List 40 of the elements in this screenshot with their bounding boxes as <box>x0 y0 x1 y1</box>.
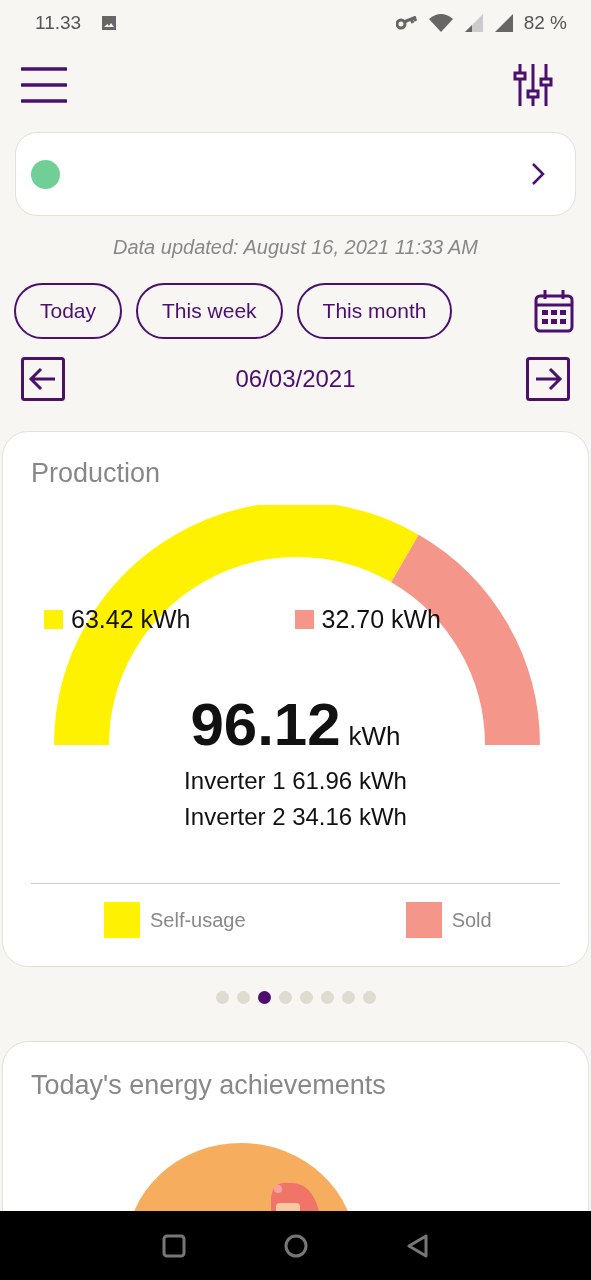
battery-level: 82 % <box>523 11 567 34</box>
data-updated-text: Data updated: August 16, 2021 11:33 AM <box>111 236 480 259</box>
image-icon <box>101 14 118 31</box>
total-value: 96.12 <box>190 690 341 759</box>
page-dot[interactable] <box>257 991 271 1004</box>
page-dot[interactable] <box>362 991 376 1004</box>
card-title: Today's energy achievements <box>30 1070 387 1101</box>
legend-swatch <box>104 902 140 938</box>
chevron-right-icon <box>531 162 545 186</box>
period-tab[interactable]: This week <box>136 283 283 339</box>
legend-swatch <box>294 610 314 629</box>
menu-icon[interactable] <box>21 66 67 104</box>
signal-icon <box>463 12 484 33</box>
page-dot[interactable] <box>299 991 313 1004</box>
date-label: 06/03/2021 <box>235 365 356 393</box>
card-title: Production <box>30 458 162 489</box>
recent-apps-icon[interactable] <box>161 1233 186 1258</box>
signal-icon <box>493 12 514 33</box>
inverter-value: Inverter 1 61.96 kWh <box>183 767 408 795</box>
status-time: 11.33 <box>35 11 82 34</box>
wifi-icon <box>427 12 454 33</box>
page-dot[interactable] <box>341 991 355 1004</box>
page-dot[interactable] <box>236 991 250 1004</box>
legend-swatch <box>405 902 442 938</box>
total-unit: kWh <box>348 721 401 752</box>
legend-swatch <box>44 610 63 629</box>
period-tab[interactable]: This month <box>296 283 453 339</box>
page-dot[interactable] <box>320 991 334 1004</box>
settings-sliders-icon[interactable] <box>513 63 553 107</box>
inverter-value: Inverter 2 34.16 kWh <box>183 803 408 831</box>
calendar-icon[interactable] <box>534 289 574 333</box>
back-icon[interactable] <box>405 1233 430 1258</box>
segment-value: 32.70 kWh <box>321 605 442 634</box>
key-icon <box>395 15 418 30</box>
page-dot[interactable] <box>215 991 229 1004</box>
legend-label: Self-usage <box>150 908 246 932</box>
period-tab[interactable]: Today <box>14 283 123 339</box>
legend-label: Sold <box>451 908 492 932</box>
page-dot[interactable] <box>278 991 292 1004</box>
home-icon[interactable] <box>283 1233 308 1258</box>
